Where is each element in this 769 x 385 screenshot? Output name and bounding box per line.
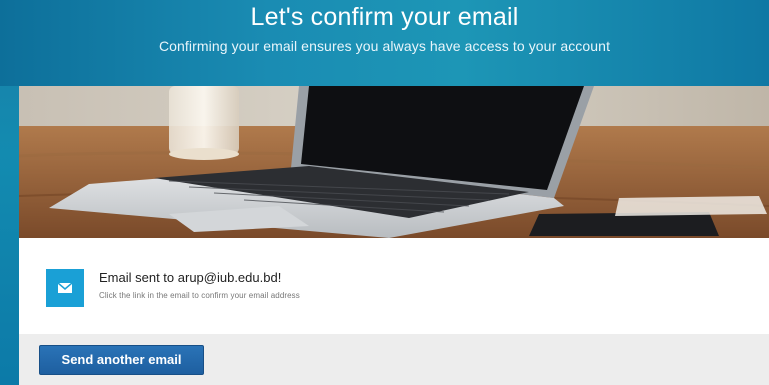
email-sent-message: Email sent to arup@iub.edu.bd! (99, 270, 282, 285)
hero-image (19, 86, 769, 238)
email-sent-notice: Email sent to arup@iub.edu.bd! Click the… (19, 238, 769, 334)
page-subtitle: Confirming your email ensures you always… (158, 38, 611, 54)
envelope-icon (46, 269, 84, 307)
header-banner: Let's confirm your email Confirming your… (0, 0, 769, 86)
confirm-instructions: Click the link in the email to confirm y… (99, 291, 300, 300)
confirm-card: Email sent to arup@iub.edu.bd! Click the… (19, 86, 769, 385)
page-title: Let's confirm your email (250, 3, 519, 31)
action-bar: Send another email (19, 334, 769, 385)
laptop-illustration (19, 86, 769, 238)
envelope-glyph (58, 283, 72, 293)
send-another-email-button[interactable]: Send another email (39, 345, 204, 375)
confirm-email-page: Let's confirm your email Confirming your… (0, 0, 769, 385)
